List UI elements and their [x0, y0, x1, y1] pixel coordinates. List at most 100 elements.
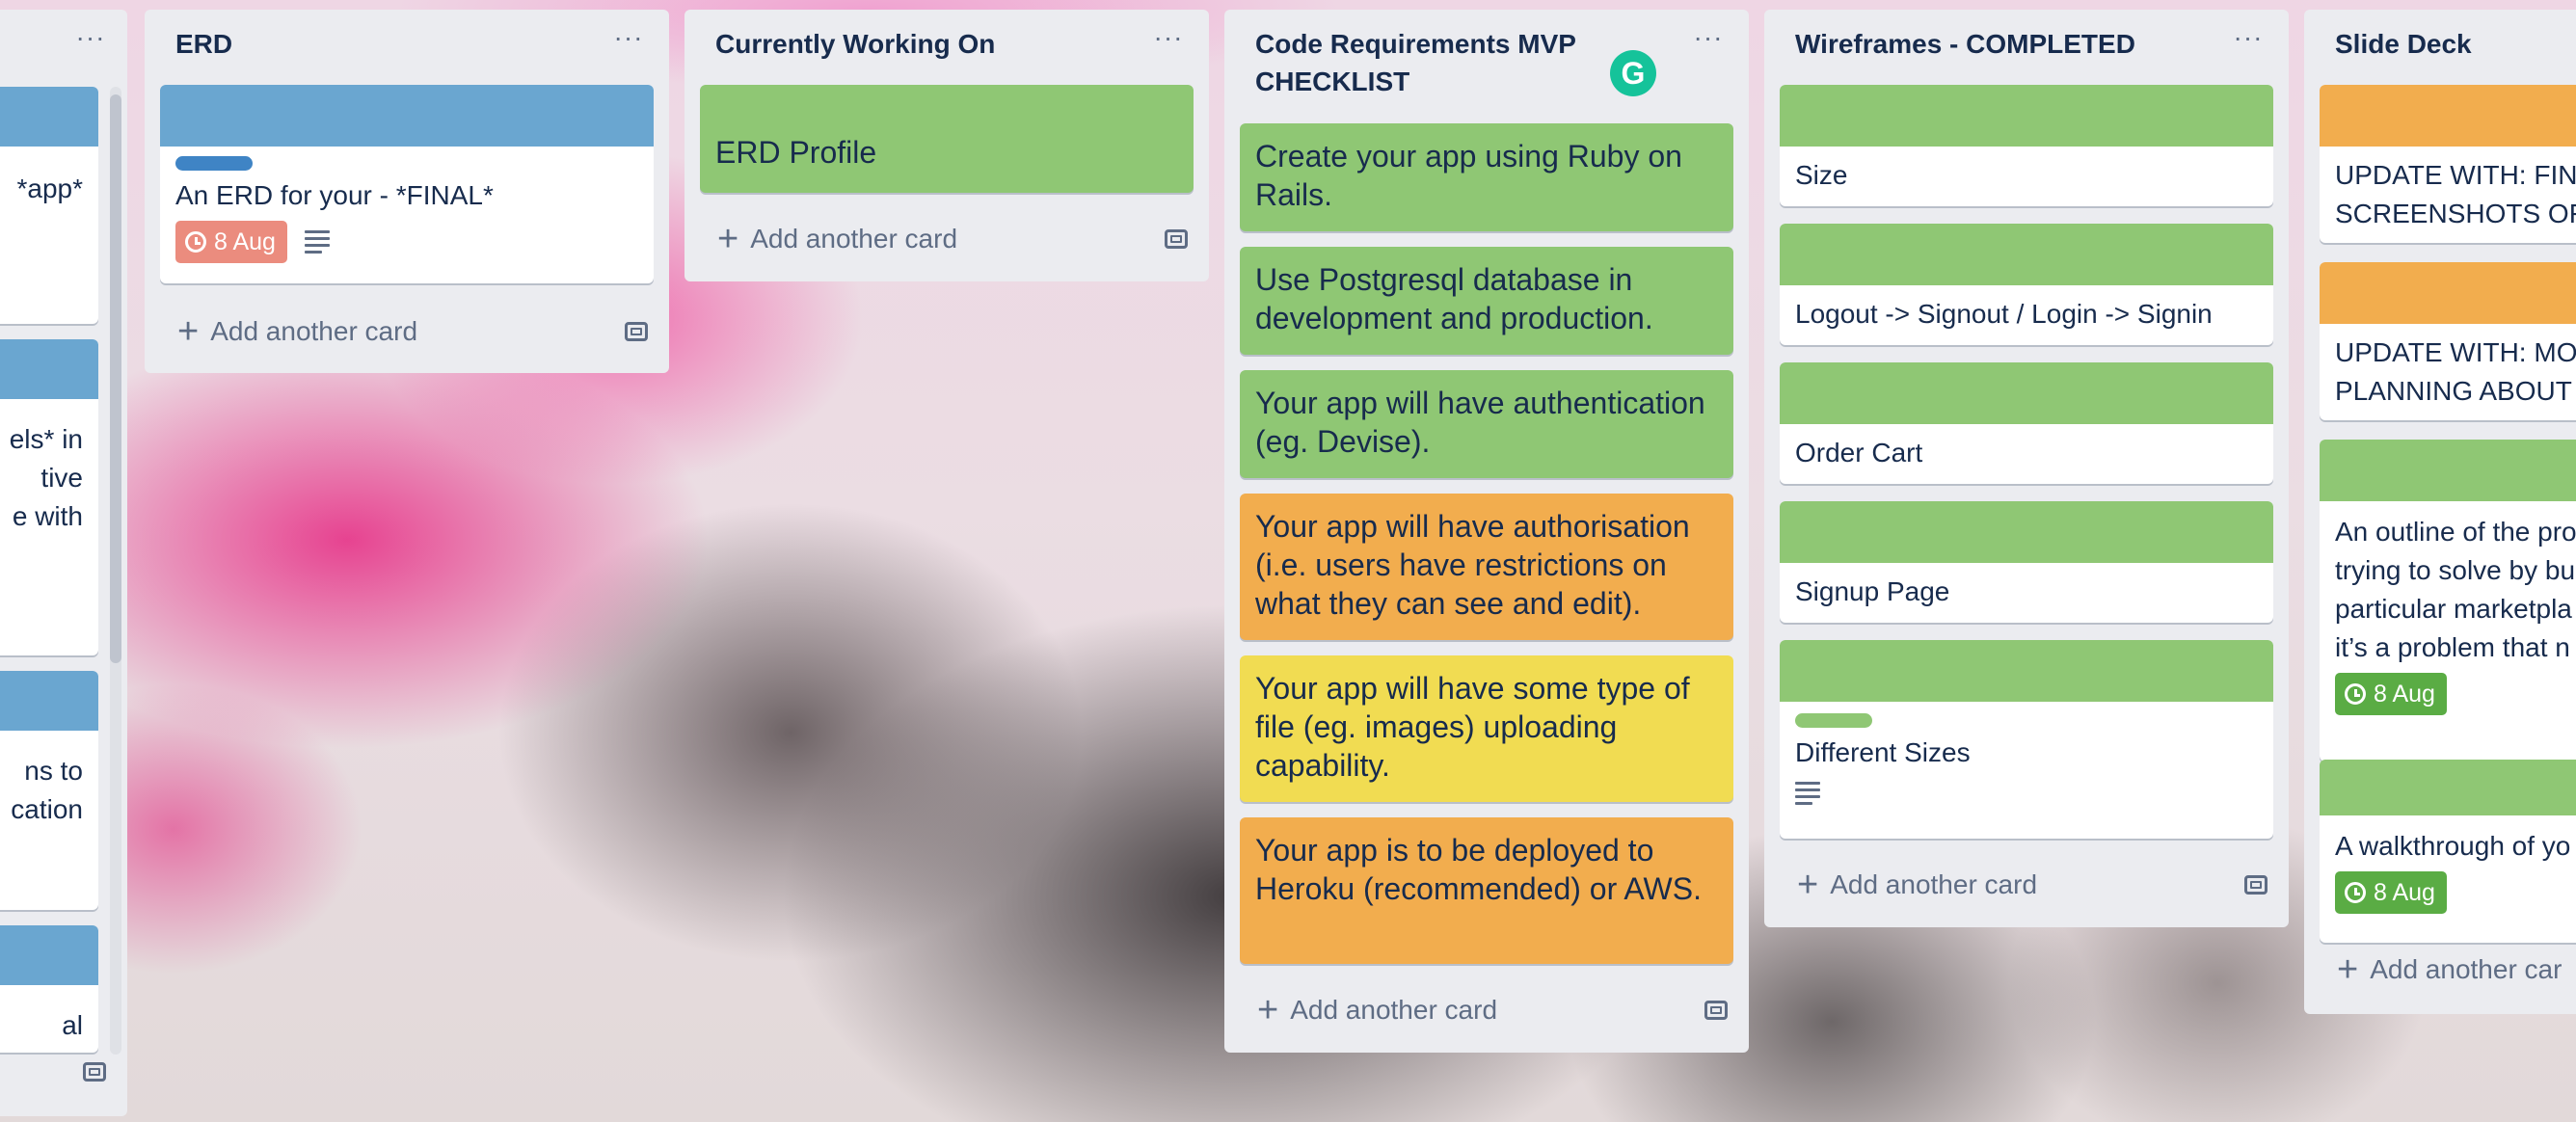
list-code-requirements: Code Requirements MVP CHECKLIST ··· G Cr…	[1224, 10, 1749, 1053]
card-template-icon[interactable]	[1704, 1001, 1728, 1020]
due-date-badge[interactable]: 8 Aug	[2335, 871, 2447, 914]
list-menu-icon[interactable]: ···	[71, 23, 110, 62]
card[interactable]: Your app will have some type of file (eg…	[1240, 655, 1733, 802]
card-title: Your app will have authentication (eg. D…	[1255, 386, 1705, 459]
card[interactable]: *app*	[0, 87, 98, 324]
clock-icon	[2345, 882, 2366, 903]
card-cover	[0, 87, 98, 147]
plus-icon: +	[1797, 865, 1819, 905]
card-badges: 8 Aug	[2335, 673, 2561, 715]
add-card-text: Add another car	[2370, 954, 2563, 984]
add-card-label-group: + Add another card	[1257, 992, 1498, 1028]
card-title-line: UPDATE WITH: FINA	[2335, 160, 2576, 190]
card[interactable]: Size	[1780, 85, 2273, 206]
card-title-line: els* in	[9, 424, 83, 454]
list-menu-icon[interactable]: ···	[1689, 23, 1728, 62]
list-scrollbar[interactable]	[110, 87, 121, 1055]
card-cover	[2320, 760, 2576, 815]
card-body: *app*	[0, 147, 98, 222]
card-body: An outline of the pro trying to solve by…	[2320, 501, 2576, 727]
card[interactable]: ns to cation	[0, 671, 98, 910]
card[interactable]: al	[0, 925, 98, 1053]
add-card-text: Add another card	[750, 224, 958, 254]
card[interactable]: Signup Page	[1780, 501, 2273, 623]
card[interactable]: UPDATE WITH: FINA SCREENSHOTS OF	[2320, 85, 2576, 243]
card[interactable]: ERD Profile	[700, 85, 1194, 193]
card-cover	[1780, 224, 2273, 285]
card-title: Your app will have some type of file (eg…	[1255, 671, 1690, 783]
add-card-button[interactable]: + Add another card	[700, 212, 1194, 266]
card-body: al	[0, 985, 98, 1045]
add-card-label-group: + Add another card	[1797, 865, 2037, 905]
card[interactable]: Create your app using Ruby on Rails.	[1240, 123, 1733, 231]
card[interactable]: Different Sizes	[1780, 640, 2273, 839]
card[interactable]: UPDATE WITH: MO PLANNING ABOUT	[2320, 262, 2576, 420]
card-body: Size	[1780, 147, 2273, 206]
list-title[interactable]: Code Requirements MVP CHECKLIST	[1224, 10, 1631, 112]
card-template-icon[interactable]	[625, 322, 648, 341]
list-menu-icon[interactable]: ···	[609, 23, 648, 62]
card[interactable]: Order Cart	[1780, 362, 2273, 484]
card-title: *app*	[16, 174, 83, 203]
add-card-button[interactable]: + Add another car	[2320, 943, 2576, 997]
due-date-badge[interactable]: 8 Aug	[2335, 673, 2447, 715]
card-template-icon[interactable]	[83, 1062, 106, 1082]
list-title[interactable]: Currently Working On	[684, 10, 1209, 74]
due-date-text: 8 Aug	[2374, 879, 2435, 906]
card-title: Create your app using Ruby on Rails.	[1255, 139, 1682, 212]
card[interactable]: els* in tive e with	[0, 339, 98, 655]
card-title: Size	[1795, 160, 1848, 190]
list-partial: ··· *app* els* in tive e with ns to cati…	[0, 10, 127, 1116]
card-body: Logout -> Signout / Login -> Signin	[1780, 285, 2273, 345]
add-card-button[interactable]: + Add another card	[160, 305, 654, 359]
due-date-badge[interactable]: 8 Aug	[175, 221, 287, 263]
card-body: Order Cart	[1780, 424, 2273, 484]
card-title: A walkthrough of yo	[2335, 831, 2571, 861]
add-card-button[interactable]: + Add another card	[1780, 858, 2273, 912]
card-cover	[1780, 640, 2273, 702]
card-badges: 8 Aug	[2335, 871, 2561, 914]
card-title: An ERD for your - *FINAL*	[175, 180, 494, 210]
card-template-icon[interactable]	[1165, 229, 1188, 249]
card-title-line: it’s a problem that n	[2335, 632, 2570, 662]
card-title-line: trying to solve by bu	[2335, 555, 2576, 585]
card-body: A walkthrough of yo 8 Aug	[2320, 815, 2576, 925]
due-date-text: 8 Aug	[214, 228, 276, 255]
card-template-icon[interactable]	[2244, 875, 2267, 895]
add-card-label-group: + Add another card	[177, 313, 417, 350]
clock-icon	[2345, 683, 2366, 705]
list-title[interactable]: Wireframes - COMPLETED	[1764, 10, 2289, 74]
add-card-text: Add another card	[1290, 995, 1498, 1025]
card[interactable]: Logout -> Signout / Login -> Signin	[1780, 224, 2273, 345]
card[interactable]: Your app will have authorisation (i.e. u…	[1240, 494, 1733, 640]
card-title-line: UPDATE WITH: MO	[2335, 337, 2576, 367]
card[interactable]: Your app is to be deployed to Heroku (re…	[1240, 817, 1733, 964]
card-body: UPDATE WITH: FINA SCREENSHOTS OF	[2320, 147, 2576, 243]
card[interactable]: A walkthrough of yo 8 Aug	[2320, 760, 2576, 943]
list-menu-icon[interactable]: ···	[1149, 23, 1188, 62]
card-title-line: SCREENSHOTS OF	[2335, 199, 2576, 228]
description-icon	[304, 230, 330, 254]
scrollbar-thumb[interactable]	[110, 94, 121, 663]
add-card-label-group: + Add another card	[717, 221, 958, 257]
card-label	[1795, 713, 1872, 728]
card-cover	[1780, 85, 2273, 147]
card-cover	[1780, 362, 2273, 424]
card-title-line: e with	[12, 501, 83, 531]
card[interactable]: Use Postgresql database in development a…	[1240, 247, 1733, 355]
list-menu-icon[interactable]: ···	[2229, 23, 2267, 62]
card-body: Different Sizes	[1780, 702, 2273, 816]
clock-icon	[185, 231, 206, 253]
list-title[interactable]: ERD	[145, 10, 669, 74]
add-card-button[interactable]: + Add another card	[1240, 983, 1733, 1037]
list-title[interactable]: Slide Deck	[2304, 10, 2576, 74]
card[interactable]: Your app will have authentication (eg. D…	[1240, 370, 1733, 478]
card-title: ERD Profile	[715, 135, 877, 170]
grammarly-icon[interactable]: G	[1610, 50, 1656, 96]
list-slide-deck: Slide Deck UPDATE WITH: FINA SCREENSHOTS…	[2304, 10, 2576, 1014]
card[interactable]: An ERD for your - *FINAL* 8 Aug	[160, 85, 654, 283]
card[interactable]: An outline of the pro trying to solve by…	[2320, 440, 2576, 761]
card-title-line: ns to	[24, 756, 83, 786]
card-title-line: cation	[11, 794, 83, 824]
card-title: Order Cart	[1795, 438, 1923, 468]
